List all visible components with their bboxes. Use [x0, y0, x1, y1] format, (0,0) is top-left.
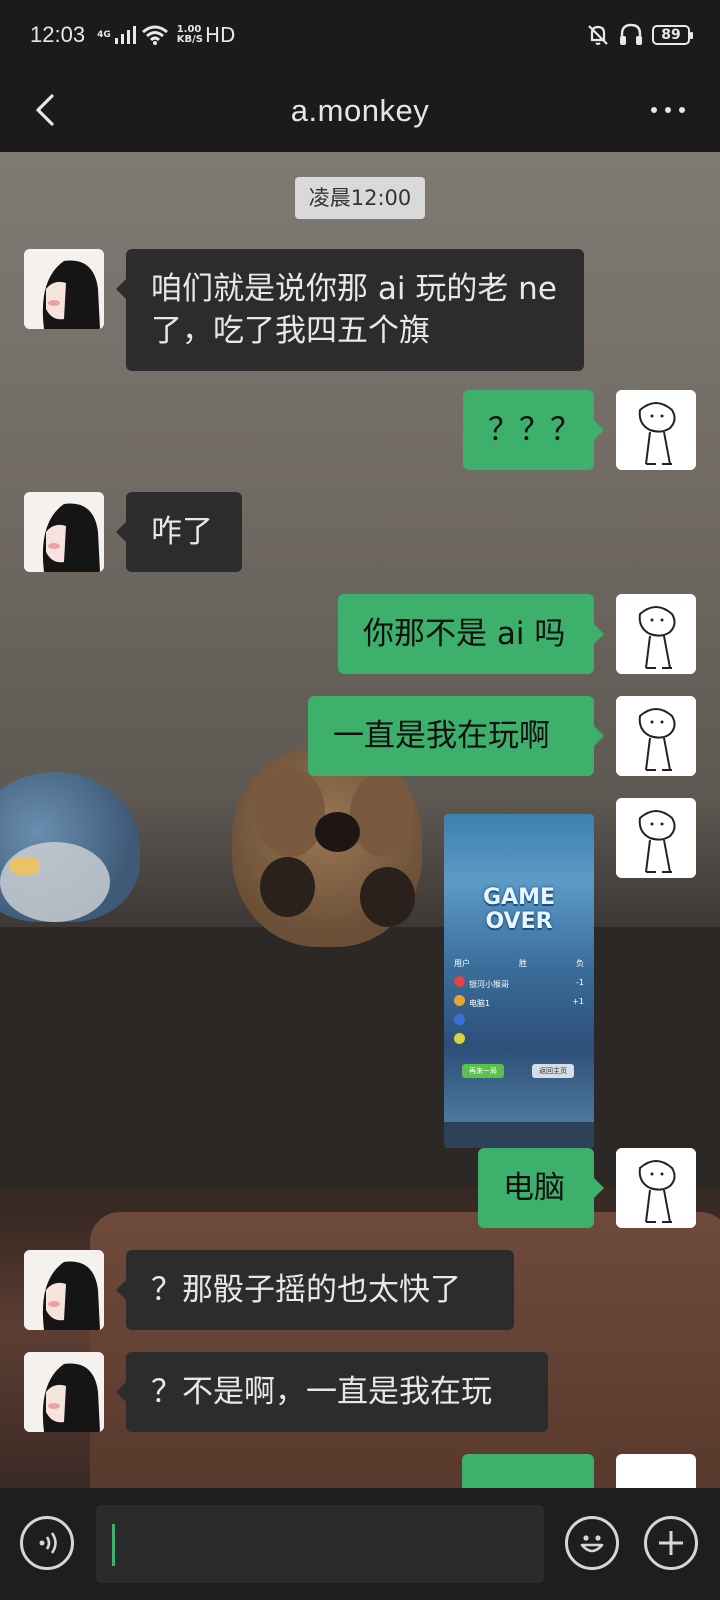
voice-icon	[39, 1532, 57, 1554]
message-bubble-sent[interactable]: 你那不是 ai 吗	[338, 594, 604, 674]
my-avatar[interactable]	[616, 390, 696, 470]
anime-girl-avatar-icon	[24, 1250, 104, 1330]
headphones-icon	[620, 23, 642, 45]
game-result-table: 用户 胜 负 银河小猴哥 -1 电脑1 +1	[454, 954, 584, 1049]
battery-icon: 89	[652, 25, 693, 45]
net-speed-unit: KB/S	[176, 34, 203, 45]
orange-piece-icon	[454, 994, 465, 1006]
network-type: 4G	[97, 30, 111, 40]
blue-piece-icon	[454, 1014, 465, 1025]
play-again-button: 再来一局	[462, 1064, 504, 1078]
more-functions-button[interactable]	[644, 1516, 698, 1570]
game-col-user: 用户	[454, 959, 470, 968]
game-title-text: GAME OVER	[482, 885, 555, 934]
message-bubble-received[interactable]: ？那骰子摇的也太快了	[116, 1250, 514, 1330]
status-time: 12:03	[30, 22, 86, 47]
doodle-dog-avatar-icon	[616, 1148, 696, 1228]
message-bubble-sent[interactable]: 一直是我在玩啊	[308, 696, 604, 776]
message-bubble-received[interactable]: ？不是啊，一直是我在玩	[116, 1352, 548, 1432]
more-options-icon[interactable]	[640, 90, 696, 130]
message-bubble-partial[interactable]	[462, 1454, 594, 1488]
message-bubble-received[interactable]: 咱们就是说你那 ai 玩的老 ne 了，吃了我四五个旗	[116, 249, 584, 371]
message-bubble-received[interactable]: 咋了	[116, 492, 242, 572]
mute-bell-icon	[588, 25, 608, 45]
my-avatar[interactable]	[616, 1148, 696, 1228]
game-table-row	[454, 1011, 584, 1030]
emoji-icon	[580, 1535, 604, 1553]
chat-message-list[interactable]: 凌晨12:00 咱们就是说你那 ai 玩的老 ne 了，吃了我四五个旗 ？？？ …	[0, 152, 720, 1488]
contact-avatar[interactable]	[24, 1250, 104, 1330]
message-timestamp: 凌晨12:00	[295, 177, 425, 219]
my-avatar[interactable]	[616, 594, 696, 674]
chat-title: a.monkey	[290, 93, 430, 128]
game-footer-bar	[444, 1122, 594, 1148]
my-avatar-partial[interactable]	[616, 1454, 696, 1488]
plus-icon	[659, 1531, 683, 1555]
signal-icon	[114, 26, 136, 44]
hd-indicator: HD	[204, 23, 236, 47]
message-bubble-sent[interactable]: 电脑	[478, 1148, 604, 1228]
game-col-lose: 负	[576, 959, 584, 968]
return-home-button: 返回主页	[532, 1064, 574, 1078]
message-bubble-sent[interactable]: ？？？	[463, 390, 604, 470]
chat-header: a.monkey	[0, 70, 720, 152]
game-row-name: 电脑1	[469, 998, 491, 1008]
message-input[interactable]	[96, 1505, 544, 1583]
game-table-header: 用户 胜 负	[454, 954, 584, 973]
contact-avatar[interactable]	[24, 1352, 104, 1432]
contact-avatar[interactable]	[24, 249, 104, 329]
text-cursor	[112, 1524, 115, 1566]
net-speed: 1.00 KB/S	[177, 25, 203, 45]
my-avatar[interactable]	[616, 696, 696, 776]
status-bar: 12:03 4G 1.00 KB/S HD 89	[0, 0, 720, 70]
game-row-name: 银河小猴哥	[469, 979, 509, 989]
emoji-button[interactable]	[565, 1516, 619, 1570]
signal-icons: 4G	[89, 24, 169, 46]
yellow-piece-icon	[454, 1033, 465, 1044]
wifi-icon	[141, 25, 168, 45]
game-row-value: +1	[572, 997, 584, 1006]
message-input-bar	[0, 1488, 720, 1600]
voice-input-button[interactable]	[20, 1516, 74, 1570]
anime-girl-avatar-icon	[24, 249, 104, 329]
game-table-row: 银河小猴哥 -1	[454, 973, 584, 992]
game-col-win: 胜	[519, 959, 527, 968]
doodle-dog-avatar-icon	[616, 390, 696, 470]
anime-girl-avatar-icon	[24, 492, 104, 572]
doodle-dog-avatar-icon	[616, 696, 696, 776]
red-piece-icon	[454, 975, 465, 987]
doodle-dog-avatar-icon	[616, 798, 696, 878]
image-message-game-screenshot[interactable]: GAME OVER 用户 胜 负 银河小猴哥 -1 电脑1 +1 再来一局 返回…	[444, 814, 594, 1148]
game-over-title: GAME OVER	[444, 886, 594, 934]
game-table-row: 电脑1 +1	[454, 992, 584, 1011]
game-row-value: -1	[576, 978, 584, 987]
game-table-row	[454, 1030, 584, 1049]
anime-girl-avatar-icon	[24, 1352, 104, 1432]
doodle-dog-avatar-icon	[616, 594, 696, 674]
my-avatar[interactable]	[616, 798, 696, 878]
back-arrow-icon[interactable]	[26, 90, 66, 130]
contact-avatar[interactable]	[24, 492, 104, 572]
